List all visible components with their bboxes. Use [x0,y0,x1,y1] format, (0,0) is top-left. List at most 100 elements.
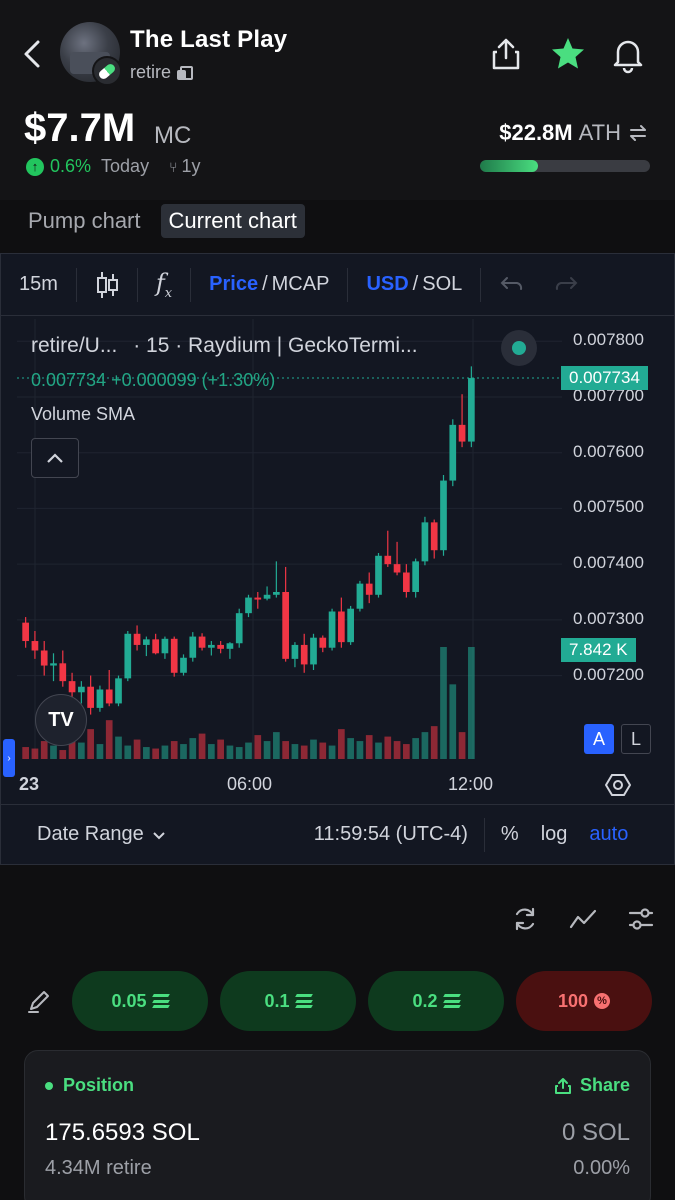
star-icon[interactable] [548,34,588,74]
quick-buy-button[interactable]: 0.2 [368,971,504,1031]
quick-buy-button[interactable]: 0.1 [220,971,356,1031]
candle-body [96,689,104,708]
redo-button[interactable] [543,254,589,315]
volume-bar [273,732,280,759]
candle-body [319,637,327,648]
volume-bar [245,742,252,759]
volume-bar [468,647,475,759]
undo-button[interactable] [481,254,543,315]
candle-body [105,689,113,704]
candle-body [412,561,419,592]
timeframe-label: 1y [181,156,201,176]
refresh-icon[interactable] [511,905,539,933]
auto-scale-button[interactable]: A [584,724,614,754]
branch-icon: ⑂ [169,158,178,175]
candle-body [217,644,224,649]
redo-icon [556,276,578,290]
candle-type-button[interactable] [77,254,137,315]
volume-tag: 7.842 K [561,638,636,662]
quick-trade-row: 0.05 0.1 0.2 100 % [22,970,662,1032]
share-icon[interactable] [486,34,526,74]
collapse-legend-button[interactable] [31,438,79,478]
candle-body [31,641,39,651]
volume-bar [449,684,457,759]
chart-tabs: Pump chart Current chart [20,204,305,238]
line-chart-icon[interactable] [569,905,597,933]
pencil-icon [28,991,49,1013]
candle-body [282,592,289,659]
mcap-option[interactable]: MCAP [272,273,330,296]
settings-hexagon-icon[interactable] [605,772,631,798]
price-tick-label: 0.007300 [573,608,644,628]
candle-body [161,638,169,654]
token-header: The Last Play retire $7.7M MC ↑ 0.6% Tod… [0,0,675,200]
candle-body [180,657,187,673]
price-tick-label: 0.007800 [573,330,644,350]
auto-button[interactable]: auto [589,823,628,846]
quick-buy-button[interactable]: 0.05 [72,971,208,1031]
edit-presets-button[interactable] [22,984,56,1018]
quick-buy-amount: 0.1 [264,990,290,1011]
volume-bar [105,720,113,759]
candle-body [143,639,150,645]
price-option[interactable]: Price [209,273,258,296]
percent-scale-button[interactable]: % [501,823,519,846]
share-position-button[interactable]: Share [554,1075,630,1096]
position-value: 0 SOL [561,1119,630,1146]
volume-bar [403,744,410,759]
candle-body [254,597,262,600]
position-token-amount: 4.34M retire [45,1157,152,1179]
currency-toggle[interactable]: USD / SOL [348,254,480,315]
ath-row[interactable]: $22.8M ATH [499,120,649,146]
token-ticker[interactable]: retire [130,62,194,83]
candle-body [347,608,354,643]
swap-icon[interactable] [627,122,649,144]
log-button[interactable]: log [541,823,568,846]
volume-bar [161,745,169,759]
indicators-button[interactable]: fx [138,254,190,315]
chevron-up-icon [47,453,63,463]
volume-indicator-label[interactable]: Volume SMA [31,404,135,425]
candle-body [50,663,57,666]
volume-bar [143,747,150,759]
log-scale-button[interactable]: L [621,724,651,754]
candle-body [208,644,215,648]
volume-bar [96,744,104,759]
volume-bar [59,750,67,759]
candle-body [440,480,447,551]
status-dot-icon [45,1081,53,1090]
market-cap-value: $7.7M [24,106,136,150]
volume-bar [22,747,29,759]
volume-bar [170,741,178,759]
usd-option[interactable]: USD [366,273,408,296]
volume-bar [421,732,429,759]
sol-option[interactable]: SOL [422,273,462,296]
tab-pump-chart[interactable]: Pump chart [20,204,149,238]
volume-bar [328,745,336,759]
interval-selector[interactable]: 15m [1,254,76,315]
tab-current-chart[interactable]: Current chart [160,204,305,238]
volume-bar [208,744,215,759]
tradingview-logo[interactable]: TV [35,694,87,746]
candle-body [133,633,141,645]
candle-body [375,555,382,595]
timeframe-selector[interactable]: ⑂ 1y [169,156,200,177]
position-title: Position [45,1075,134,1096]
date-range-button[interactable]: Date Range [37,823,166,846]
copy-icon[interactable] [177,65,194,80]
volume-bar [300,745,308,759]
volume-bar [31,748,39,759]
candle-body [198,636,206,648]
ath-progress-fill [480,160,538,172]
quick-sell-button[interactable]: 100 % [516,971,652,1031]
pair-label: retire/U... [31,334,118,357]
price-mcap-toggle[interactable]: Price / MCAP [191,254,347,315]
bell-icon[interactable] [608,34,648,74]
back-arrow-icon[interactable] [18,36,48,72]
position-title-label: Position [63,1075,134,1095]
clock-label[interactable]: 11:59:54 (UTC-4) [314,823,468,846]
sliders-icon[interactable] [627,905,655,933]
chart-toolbar: 15m fx Price / MCAP USD / SOL [1,254,675,316]
candle-body [189,636,197,658]
undo-icon [500,276,523,290]
